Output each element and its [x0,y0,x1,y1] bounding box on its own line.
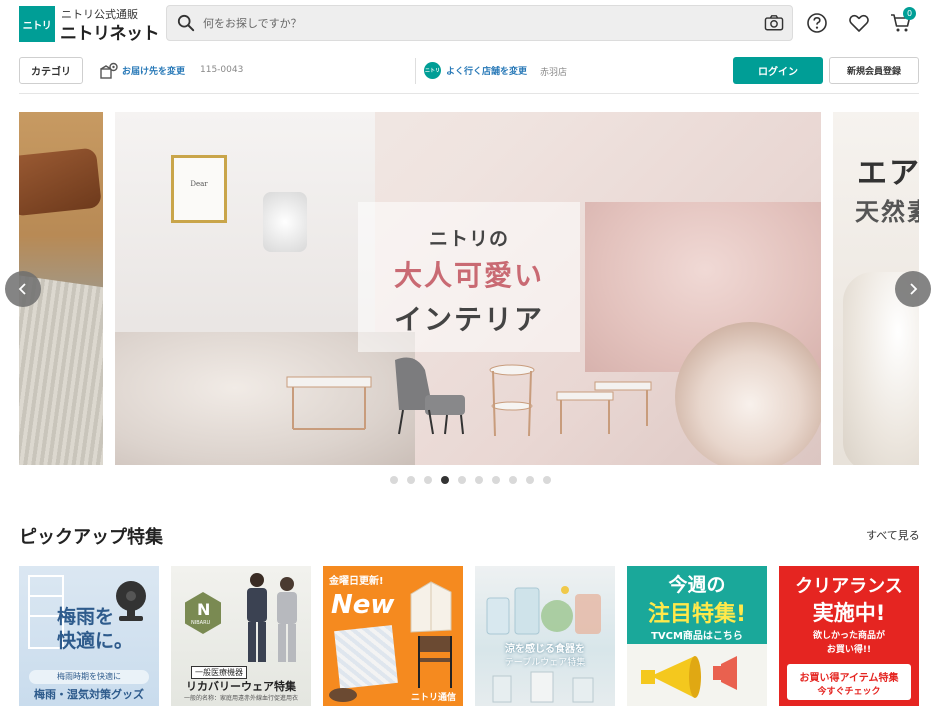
rack-image [418,636,452,688]
carousel-pagination [390,476,551,484]
pickup-card-tableware[interactable]: 涼を感じる食器を テーブルウェア特集 [475,566,615,706]
banner-line-3: インテリア [393,303,544,336]
register-button[interactable]: 新規会員登録 [829,57,919,84]
carousel-dot[interactable] [390,476,398,484]
pickup-card-rainy-season[interactable]: 梅雨を 快適に。 梅雨時期を快適に 梅雨・湿気対策グッズ [19,566,159,706]
pickup-section-title: ピックアップ特集 [19,527,163,548]
leather-cushion-image [19,147,102,217]
favorite-heart-icon[interactable] [848,12,870,34]
card6-line3: 欲しかった商品が [812,631,885,641]
card5-line3: TVCM商品はこちら [651,631,743,642]
card6-line6: 今すぐチェック [817,687,881,697]
delivery-location-icon [100,62,118,79]
change-delivery-link[interactable]: お届け先を変更 [122,64,185,77]
storage-box-image [410,581,452,633]
favorite-store-name: 赤羽店 [540,68,568,78]
card6-line4: お買い得!! [826,645,872,655]
carousel-next-button[interactable] [895,271,931,307]
card4-caption2: テーブルウェア特集 [504,658,586,668]
card1-line1: 梅雨を [57,606,115,628]
card5-line2: 注目特集! [647,602,747,627]
change-store-link[interactable]: よく行く店舗を変更 [446,64,527,77]
carousel-slide-active[interactable]: Dear ニトリの 大人可愛い インテリア [115,112,821,465]
nibaru-logo-text: NIBARU [191,620,211,626]
card6-line1: クリアランス [795,576,903,597]
header-divider [19,93,919,94]
next-slide-subtitle: 天然素 [855,198,919,226]
carousel-prev-button[interactable] [5,271,41,307]
see-all-link[interactable]: すべて見る [866,527,920,543]
nesting-tables-image [556,381,652,434]
store-logo-icon: ニトリ [424,62,441,79]
carousel-dot[interactable] [475,476,483,484]
card6-line5: お買い得アイテム特集 [799,673,899,684]
pickup-card-weekly-feature[interactable]: 今週の 注目特集! TVCM商品はこちら [627,566,767,706]
carousel-dot[interactable] [441,476,449,484]
cloth-image [334,625,398,689]
carousel-dot[interactable] [543,476,551,484]
carousel-dot[interactable] [526,476,534,484]
pickup-card-recovery-wear[interactable]: N NIBARU 一般医療機器 リカバリーウェア特集 一般的名称：家庭用遠赤外線… [171,566,311,706]
tableware-image [675,322,821,465]
carousel-dot[interactable] [492,476,500,484]
card3-headline: New [331,590,395,620]
card1-caption: 梅雨・湿気対策グッズ [34,688,144,701]
next-slide-title: エア [857,156,919,191]
logo-site-name[interactable]: ニトリネット [60,19,160,44]
banner-text-panel: ニトリの 大人可愛い インテリア [358,202,580,352]
photo-frame-image: Dear [171,155,227,223]
card2-caption: リカバリーウェア特集 [186,680,296,693]
divider [415,58,416,84]
coaster-image [329,688,357,702]
category-button[interactable]: カテゴリ [19,57,83,84]
circulator-fan-image [116,581,146,621]
carousel-dot[interactable] [458,476,466,484]
card5-line1: 今週の [668,574,726,596]
delivery-zip-code: 115-0043 [200,65,244,75]
coffee-table-image [286,376,372,430]
side-table-image [489,364,535,437]
login-button[interactable]: ログイン [733,57,823,84]
diffuser-image [263,192,307,252]
cups-image [492,671,594,703]
search-bar [166,5,793,41]
camera-search-icon[interactable] [764,14,784,32]
card3-footer: ニトリ通信 [411,693,457,703]
chevron-left-icon [18,283,26,295]
megaphone-image [641,656,737,698]
carousel-dot[interactable] [407,476,415,484]
card1-line2: 快適に。 [57,630,134,652]
nibaru-logo-letter: N [197,600,211,619]
search-input[interactable] [203,12,743,34]
cart-count-badge: 0 [903,7,916,20]
glassware-image [486,586,601,635]
card3-tag: 金曜日更新! [329,576,384,587]
carousel-dot[interactable] [509,476,517,484]
help-icon[interactable] [806,12,828,34]
card2-fine-print: 一般的名称：家庭用遠赤外線血行促進用衣 [183,695,298,702]
banner-line-2: 大人可愛い [393,259,544,292]
pickup-card-clearance[interactable]: クリアランス 実施中! 欲しかった商品が お買い得!! お買い得アイテム特集 今… [779,566,919,706]
recliner-chair-image [395,357,465,435]
search-icon[interactable] [177,14,195,32]
chevron-right-icon [910,283,918,295]
card4-caption1: 涼を感じる食器を [505,644,585,655]
card1-tag: 梅雨時期を快適に [29,670,149,684]
banner-line-1: ニトリの [428,228,509,250]
carousel-dot[interactable] [424,476,432,484]
card6-line2: 実施中! [812,601,886,625]
models-image [247,573,297,662]
nitori-logo[interactable]: ニトリ [19,6,55,42]
pickup-card-nitori-news[interactable]: 金曜日更新! New ニトリ通信 [323,566,463,706]
wall-image [115,112,375,342]
